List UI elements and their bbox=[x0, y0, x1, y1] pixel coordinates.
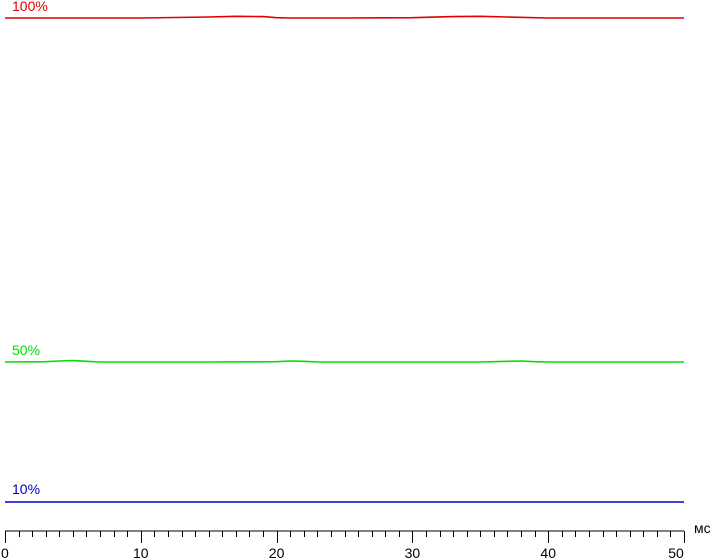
series-label: 100% bbox=[12, 0, 48, 14]
x-tick-label: 50 bbox=[668, 545, 684, 559]
x-tick-label: 20 bbox=[269, 545, 285, 559]
series-label: 10% bbox=[12, 481, 40, 497]
x-axis-tick-labels: 0 10 20 30 40 50 bbox=[1, 545, 684, 559]
x-axis-unit-label: мс bbox=[694, 520, 711, 536]
x-tick-label: 30 bbox=[405, 545, 421, 559]
series-line bbox=[4, 359, 684, 363]
series-line bbox=[5, 15, 684, 19]
x-axis-ticks bbox=[5, 531, 685, 543]
x-tick-label: 40 bbox=[540, 545, 556, 559]
x-tick-label: 0 bbox=[1, 545, 9, 559]
x-tick-label: 10 bbox=[133, 545, 149, 559]
series-label: 50% bbox=[12, 342, 40, 358]
traces-layer bbox=[4, 15, 684, 503]
series-labels-layer: 100% 50% 10% bbox=[12, 0, 48, 497]
luminance-time-chart: 100% 50% 10% 0 10 20 30 40 50 мс bbox=[1, 0, 711, 559]
